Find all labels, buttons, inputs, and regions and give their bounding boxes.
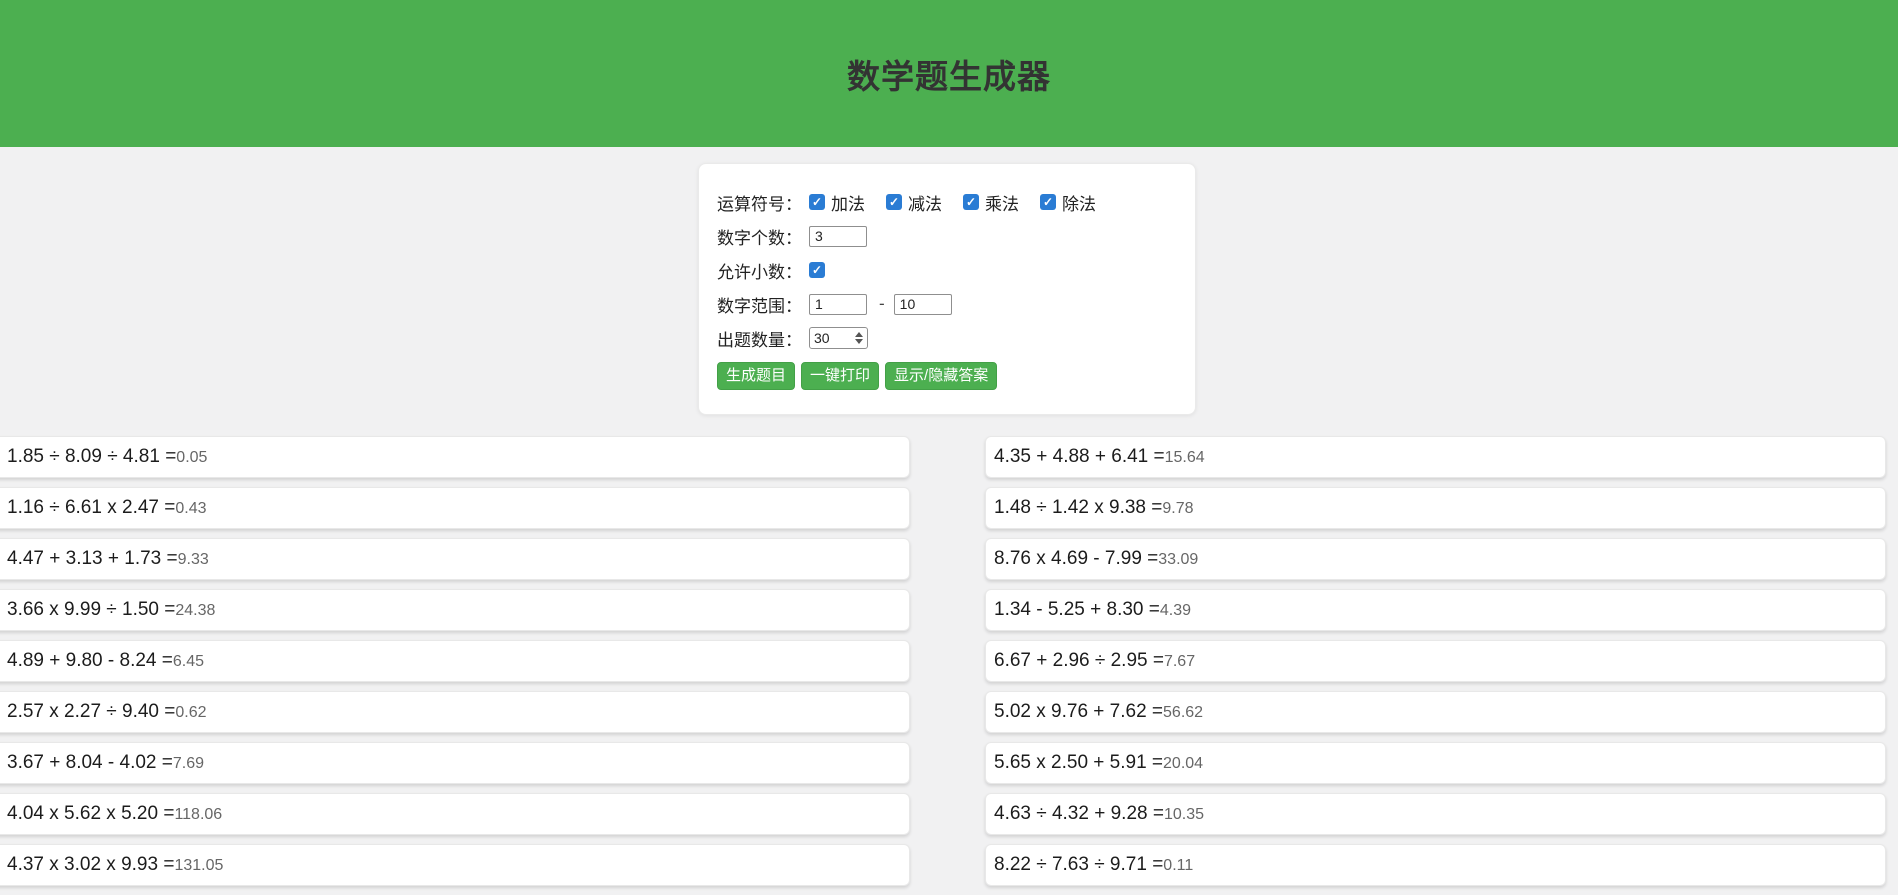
range-separator: - <box>879 294 885 314</box>
problem-expression: 1.16 ÷ 6.61 x 2.47 = <box>7 497 175 518</box>
spinner-down-icon[interactable] <box>855 339 863 344</box>
problem-row: 6.67 + 2.96 ÷ 2.95 =7.67 <box>985 640 1886 682</box>
print-button[interactable]: 一键打印 <box>801 362 879 390</box>
generate-button[interactable]: 生成题目 <box>717 362 795 390</box>
problem-row: 8.76 x 4.69 - 7.99 =33.09 <box>985 538 1886 580</box>
problem-answer: 4.39 <box>1160 602 1191 619</box>
problem-row: 4.63 ÷ 4.32 + 9.28 =10.35 <box>985 793 1886 835</box>
digit-count-label: 数字个数： <box>717 224 802 249</box>
problem-answer: 6.45 <box>173 653 204 670</box>
problem-answer: 24.38 <box>175 602 215 619</box>
problem-expression: 3.66 x 9.99 ÷ 1.50 = <box>7 599 175 620</box>
addition-label: 加法 <box>831 190 865 215</box>
problem-expression: 8.22 ÷ 7.63 ÷ 9.71 = <box>994 854 1163 875</box>
problem-answer: 56.62 <box>1163 704 1203 721</box>
problem-expression: 5.02 x 9.76 + 7.62 = <box>994 701 1163 722</box>
problem-expression: 4.37 x 3.02 x 9.93 = <box>7 854 174 875</box>
problem-row: 5.02 x 9.76 + 7.62 =56.62 <box>985 691 1886 733</box>
range-max-input[interactable] <box>894 294 952 315</box>
problem-row: 3.67 + 8.04 - 4.02 =7.69 <box>0 742 910 784</box>
problem-expression: 8.76 x 4.69 - 7.99 = <box>994 548 1158 569</box>
allow-decimal-row: 允许小数： <box>717 253 1177 287</box>
problem-expression: 4.89 + 9.80 - 8.24 = <box>7 650 173 671</box>
problem-answer: 118.06 <box>174 806 222 823</box>
problem-answer: 7.67 <box>1164 653 1195 670</box>
operator-option-multiplication[interactable]: 乘法 <box>963 190 1019 215</box>
quantity-input[interactable]: 30 <box>809 327 868 349</box>
problem-expression: 2.57 x 2.27 ÷ 9.40 = <box>7 701 175 722</box>
problem-expression: 1.48 ÷ 1.42 x 9.38 = <box>994 497 1162 518</box>
problem-row: 4.35 + 4.88 + 6.41 =15.64 <box>985 436 1886 478</box>
digit-count-input[interactable] <box>809 226 867 247</box>
problem-expression: 4.04 x 5.62 x 5.20 = <box>7 803 174 824</box>
operator-option-subtraction[interactable]: 减法 <box>886 190 942 215</box>
problem-expression: 4.47 + 3.13 + 1.73 = <box>7 548 178 569</box>
operators-row: 运算符号： 加法 减法 乘法 除法 <box>717 185 1177 219</box>
subtraction-label: 减法 <box>908 190 942 215</box>
quantity-value: 30 <box>814 330 855 346</box>
problem-answer: 0.43 <box>175 500 206 517</box>
generator-form: 运算符号： 加法 减法 乘法 除法 数字个数： 允许小数： <box>698 163 1196 415</box>
problem-answer: 33.09 <box>1158 551 1198 568</box>
problem-row: 4.47 + 3.13 + 1.73 =9.33 <box>0 538 910 580</box>
problem-expression: 4.63 ÷ 4.32 + 9.28 = <box>994 803 1164 824</box>
problems-column-right: 4.35 + 4.88 + 6.41 =15.64 1.48 ÷ 1.42 x … <box>985 436 1886 895</box>
problem-row: 4.04 x 5.62 x 5.20 =118.06 <box>0 793 910 835</box>
multiplication-label: 乘法 <box>985 190 1019 215</box>
problem-answer: 0.62 <box>175 704 206 721</box>
problem-answer: 10.35 <box>1164 806 1204 823</box>
problem-answer: 20.04 <box>1163 755 1203 772</box>
problem-answer: 9.33 <box>178 551 209 568</box>
problem-expression: 1.85 ÷ 8.09 ÷ 4.81 = <box>7 446 176 467</box>
actions-row: 生成题目 一键打印 显示/隐藏答案 <box>717 362 1177 402</box>
problem-answer: 0.05 <box>176 449 207 466</box>
problems-column-left: 1.85 ÷ 8.09 ÷ 4.81 =0.05 1.16 ÷ 6.61 x 2… <box>0 436 910 895</box>
operators-label: 运算符号： <box>717 190 802 215</box>
problem-answer: 0.11 <box>1163 857 1193 874</box>
problem-row: 3.66 x 9.99 ÷ 1.50 =24.38 <box>0 589 910 631</box>
problem-row: 5.65 x 2.50 + 5.91 =20.04 <box>985 742 1886 784</box>
allow-decimal-label: 允许小数： <box>717 258 802 283</box>
problem-answer: 131.05 <box>174 857 223 874</box>
problem-row: 1.34 - 5.25 + 8.30 =4.39 <box>985 589 1886 631</box>
problem-expression: 3.67 + 8.04 - 4.02 = <box>7 752 173 773</box>
operator-option-addition[interactable]: 加法 <box>809 190 865 215</box>
problem-row: 4.89 + 9.80 - 8.24 =6.45 <box>0 640 910 682</box>
digit-count-row: 数字个数： <box>717 219 1177 253</box>
problem-expression: 4.35 + 4.88 + 6.41 = <box>994 446 1165 467</box>
range-min-input[interactable] <box>809 294 867 315</box>
quantity-label: 出题数量： <box>717 326 802 351</box>
addition-checkbox[interactable] <box>809 194 825 210</box>
spinner-arrows-icon[interactable] <box>855 332 863 344</box>
quantity-row: 出题数量： 30 <box>717 321 1177 355</box>
problem-row: 1.16 ÷ 6.61 x 2.47 =0.43 <box>0 487 910 529</box>
toggle-answers-button[interactable]: 显示/隐藏答案 <box>885 362 997 390</box>
allow-decimal-checkbox[interactable] <box>809 262 825 278</box>
problem-row: 1.85 ÷ 8.09 ÷ 4.81 =0.05 <box>0 436 910 478</box>
problem-answer: 15.64 <box>1165 449 1205 466</box>
division-checkbox[interactable] <box>1040 194 1056 210</box>
operator-option-division[interactable]: 除法 <box>1040 190 1096 215</box>
problem-row: 2.57 x 2.27 ÷ 9.40 =0.62 <box>0 691 910 733</box>
problem-expression: 1.34 - 5.25 + 8.30 = <box>994 599 1160 620</box>
page-title: 数学题生成器 <box>847 50 1051 98</box>
number-range-label: 数字范围： <box>717 292 802 317</box>
problem-expression: 5.65 x 2.50 + 5.91 = <box>994 752 1163 773</box>
problem-row: 1.48 ÷ 1.42 x 9.38 =9.78 <box>985 487 1886 529</box>
problem-row: 8.22 ÷ 7.63 ÷ 9.71 =0.11 <box>985 844 1886 886</box>
number-range-row: 数字范围： - <box>717 287 1177 321</box>
problem-answer: 7.69 <box>173 755 204 772</box>
problem-answer: 9.78 <box>1162 500 1193 517</box>
problem-row: 4.37 x 3.02 x 9.93 =131.05 <box>0 844 910 886</box>
problem-expression: 6.67 + 2.96 ÷ 2.95 = <box>994 650 1164 671</box>
multiplication-checkbox[interactable] <box>963 194 979 210</box>
spinner-up-icon[interactable] <box>855 332 863 337</box>
subtraction-checkbox[interactable] <box>886 194 902 210</box>
app-header: 数学题生成器 <box>0 0 1898 147</box>
division-label: 除法 <box>1062 190 1096 215</box>
